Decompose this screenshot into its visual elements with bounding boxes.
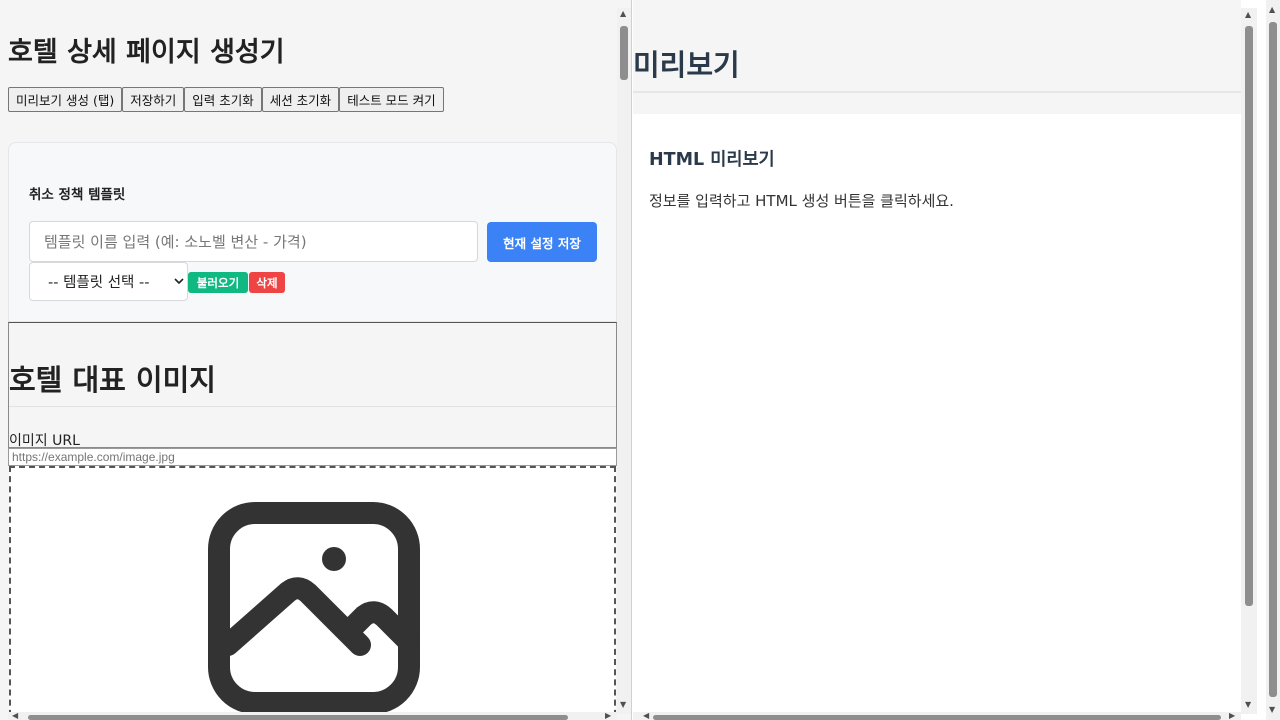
image-url-label: 이미지 URL (9, 433, 80, 449)
scroll-up-arrow-icon[interactable]: ▲ (1269, 6, 1275, 14)
save-settings-button[interactable]: 현재 설정 저장 (487, 222, 597, 262)
preview-vertical-scrollbar[interactable]: ▲ ▼ (1241, 8, 1257, 714)
scroll-thumb[interactable] (1269, 22, 1277, 697)
chevron-down-icon (174, 278, 184, 285)
editor-pane: 호텔 상세 페이지 생성기 미리보기 생성 (탭) 저장하기 입력 초기화 세션… (0, 0, 632, 720)
editor-horizontal-scrollbar[interactable]: ◀ ▶ (8, 712, 617, 720)
preview-horizontal-scrollbar[interactable]: ◀ ▶ (633, 712, 1241, 720)
image-url-input[interactable] (8, 448, 617, 466)
preview-heading: HTML 미리보기 (649, 150, 775, 170)
template-card-heading: 취소 정책 템플릿 (29, 187, 126, 203)
scroll-right-arrow-icon[interactable]: ▶ (605, 712, 611, 720)
scroll-thumb[interactable] (28, 715, 568, 720)
page-title: 호텔 상세 페이지 생성기 (8, 37, 285, 68)
scroll-thumb[interactable] (1245, 26, 1253, 606)
template-select[interactable]: -- 템플릿 선택 -- (29, 262, 188, 301)
test-mode-button[interactable]: 테스트 모드 켜기 (339, 87, 444, 112)
load-template-button[interactable]: 불러오기 (188, 272, 248, 293)
scroll-down-arrow-icon[interactable]: ▼ (1269, 706, 1275, 714)
preview-pane: 미리보기 HTML 미리보기 정보를 입력하고 HTML 생성 버튼을 클릭하세… (633, 0, 1280, 720)
html-preview-card: HTML 미리보기 정보를 입력하고 HTML 생성 버튼을 클릭하세요. (633, 114, 1241, 720)
preview-message: 정보를 입력하고 HTML 생성 버튼을 클릭하세요. (649, 192, 954, 210)
scroll-left-arrow-icon[interactable]: ◀ (12, 712, 18, 720)
delete-template-button[interactable]: 삭제 (249, 272, 285, 293)
scroll-thumb[interactable] (653, 715, 1221, 720)
template-name-input[interactable] (29, 221, 478, 262)
image-preview-box[interactable] (9, 466, 616, 720)
cancellation-template-card: 취소 정책 템플릿 현재 설정 저장 -- 템플릿 선택 -- 불러오기 삭제 (8, 142, 617, 322)
editor-vertical-scrollbar[interactable]: ▲ ▼ (617, 8, 631, 714)
hotel-image-section: 호텔 대표 이미지 이미지 URL (8, 322, 617, 449)
image-section-title: 호텔 대표 이미지 (9, 363, 216, 397)
save-button[interactable]: 저장하기 (122, 87, 185, 112)
template-select-value: -- 템플릿 선택 -- (48, 275, 150, 291)
scroll-down-arrow-icon[interactable]: ▼ (620, 701, 626, 709)
generate-preview-button[interactable]: 미리보기 생성 (탭) (8, 87, 123, 112)
scroll-up-arrow-icon[interactable]: ▲ (1245, 11, 1251, 19)
scroll-down-arrow-icon[interactable]: ▼ (1245, 701, 1251, 709)
scroll-up-arrow-icon[interactable]: ▲ (620, 10, 626, 18)
preview-header: 미리보기 (633, 0, 1241, 114)
toolbar: 미리보기 생성 (탭) 저장하기 입력 초기화 세션 초기화 테스트 모드 켜기 (8, 87, 444, 112)
preview-title: 미리보기 (633, 48, 740, 82)
scroll-thumb[interactable] (620, 26, 628, 80)
reset-session-button[interactable]: 세션 초기화 (261, 87, 340, 112)
scroll-left-arrow-icon[interactable]: ◀ (643, 712, 649, 720)
section-divider (9, 406, 616, 407)
scroll-right-arrow-icon[interactable]: ▶ (1229, 712, 1235, 720)
section-divider (633, 91, 1241, 93)
image-icon (208, 502, 420, 714)
page-vertical-scrollbar[interactable]: ▲ ▼ (1266, 0, 1280, 720)
reset-input-button[interactable]: 입력 초기화 (184, 87, 262, 112)
